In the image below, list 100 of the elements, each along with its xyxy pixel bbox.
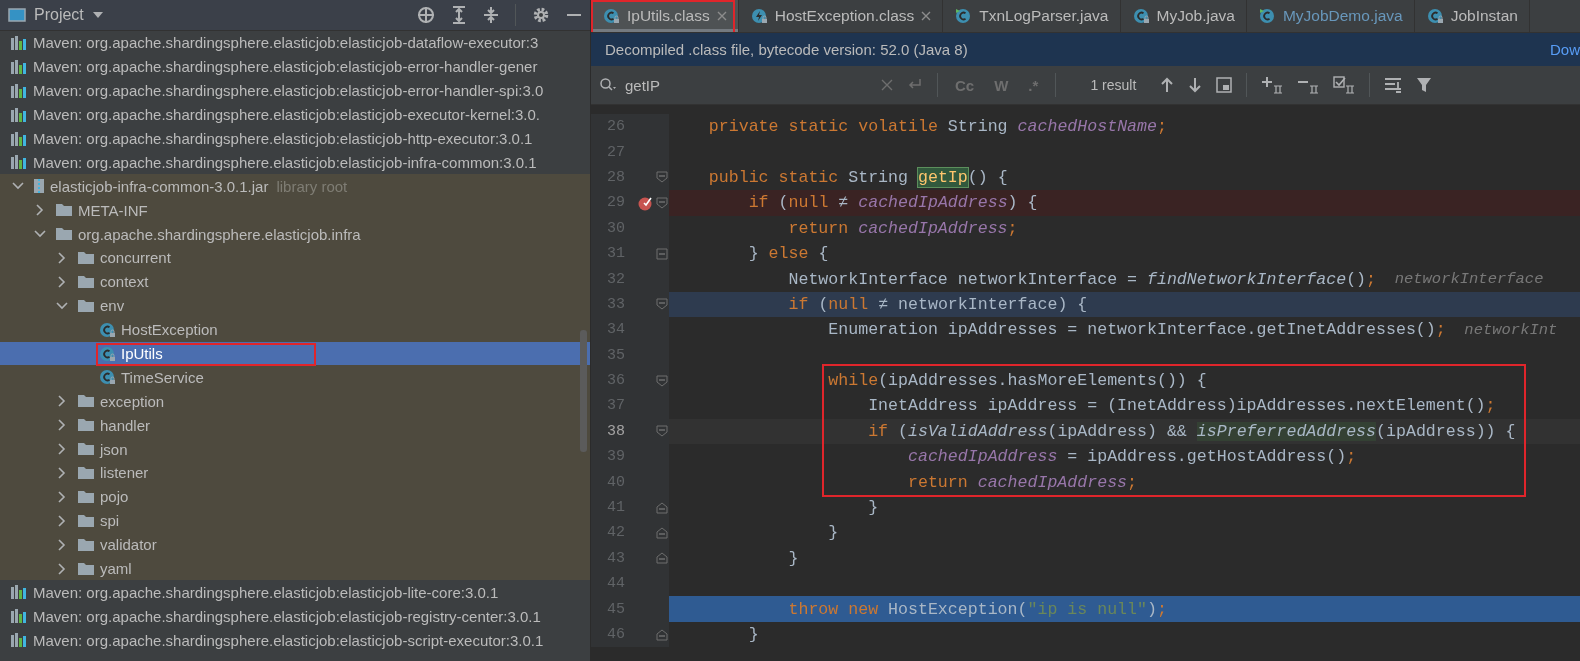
chevron-right-icon[interactable] xyxy=(58,275,66,288)
locate-icon[interactable] xyxy=(417,6,435,24)
fold-marker-icon[interactable] xyxy=(656,247,668,260)
decompiled-notice: Decompiled .class file, bytecode version: 52.0 (Java 8) xyxy=(605,41,968,58)
scrollbar-thumb[interactable] xyxy=(580,330,587,452)
folder-icon xyxy=(77,513,95,528)
editor-tab[interactable]: IpUtils.class xyxy=(591,0,739,32)
chevron-right-icon[interactable] xyxy=(58,443,66,456)
code-line: Enumeration ipAddresses = networkInterface.getInetAddresses(); networkInt xyxy=(827,319,1559,342)
tree-item[interactable]: handler xyxy=(0,413,590,438)
editor-tab[interactable]: TxnLogParser.java xyxy=(943,0,1121,32)
code-line: } xyxy=(867,497,880,520)
library-icon xyxy=(10,130,28,147)
chevron-right-icon[interactable] xyxy=(58,466,66,479)
code-line: } xyxy=(787,547,800,570)
down-arrow-icon[interactable] xyxy=(1188,77,1203,93)
code-line: InetAddress ipAddress = (InetAddress)ipAddresses.nextElement(); xyxy=(867,395,1497,418)
fold-marker-icon[interactable] xyxy=(656,171,668,184)
fold-marker-icon[interactable] xyxy=(656,526,668,539)
class-icon xyxy=(955,8,973,24)
tree-item[interactable]: yaml xyxy=(0,556,590,581)
tree-item[interactable]: TimeService xyxy=(0,365,590,390)
tree-label: json xyxy=(100,440,128,458)
folder-icon xyxy=(77,537,95,552)
chevron-down-icon[interactable] xyxy=(34,230,46,239)
collapse-all-icon[interactable] xyxy=(483,6,499,24)
chevron-down-icon[interactable] xyxy=(56,301,68,310)
tree-item[interactable]: json xyxy=(0,437,590,462)
tree-item[interactable]: META-INF xyxy=(0,198,590,223)
code-line: } xyxy=(827,522,840,545)
tree-item[interactable]: exception xyxy=(0,389,590,414)
close-icon[interactable] xyxy=(716,11,727,21)
tree-item[interactable]: spi xyxy=(0,508,590,533)
chevron-right-icon[interactable] xyxy=(36,204,44,217)
editor-tab[interactable]: HostException.class xyxy=(738,0,944,32)
folder-icon xyxy=(77,274,95,289)
fold-marker-icon[interactable] xyxy=(656,552,668,565)
panel-title[interactable]: Project xyxy=(34,6,84,24)
tree-label: validator xyxy=(100,536,157,554)
tree-item[interactable]: listener xyxy=(0,461,590,485)
chevron-right-icon[interactable] xyxy=(58,538,66,551)
close-icon[interactable] xyxy=(921,11,932,21)
folder-icon xyxy=(77,418,95,433)
tree-item[interactable]: env xyxy=(0,293,590,318)
tree-label: Maven: org.apache.shardingsphere.elasticjob:elasticjob-registry-center:3.0.1 xyxy=(33,607,541,625)
class-icon xyxy=(1258,8,1276,24)
fold-marker-icon[interactable] xyxy=(656,196,668,209)
fold-marker-icon[interactable] xyxy=(656,628,668,641)
tree-label: TimeService xyxy=(121,368,204,386)
editor-tab[interactable]: JobInstan xyxy=(1414,0,1530,32)
tree-label: yaml xyxy=(100,560,132,578)
tree-item[interactable]: concurrent xyxy=(0,246,590,270)
dropdown-icon[interactable] xyxy=(91,11,104,19)
download-link[interactable]: Dow xyxy=(1550,41,1580,58)
tree-label: Maven: org.apache.shardingsphere.elasticjob:elasticjob-error-handler-gener xyxy=(33,58,538,76)
fold-marker-icon[interactable] xyxy=(656,501,668,514)
fold-marker-icon[interactable] xyxy=(656,374,668,387)
chevron-right-icon[interactable] xyxy=(58,490,66,503)
select-occurrences-icon[interactable] xyxy=(1333,76,1356,94)
library-icon xyxy=(10,584,28,601)
class-icon xyxy=(603,8,620,24)
library-icon xyxy=(10,82,28,99)
tree-item[interactable]: IpUtils xyxy=(0,341,590,366)
code-line: public static String getIp() { xyxy=(707,166,1009,189)
editor-tab[interactable]: MyJob.java xyxy=(1120,0,1247,32)
add-occurrence-icon[interactable] xyxy=(1261,76,1284,94)
tree-item[interactable]: HostException xyxy=(0,317,590,342)
code-line: return cachedIpAddress; xyxy=(907,471,1139,494)
filter-lines-icon[interactable] xyxy=(1384,77,1403,93)
chevron-right-icon[interactable] xyxy=(58,514,66,527)
library-icon xyxy=(10,154,28,171)
chevron-down-icon[interactable] xyxy=(12,182,24,191)
tree-label: org.apache.shardingsphere.elasticjob.infra xyxy=(78,225,361,243)
clear-icon[interactable] xyxy=(881,79,893,91)
expand-all-icon[interactable] xyxy=(451,6,467,24)
editor-tab[interactable]: MyJobDemo.java xyxy=(1246,0,1415,32)
chevron-right-icon[interactable] xyxy=(58,251,66,264)
code-line: NetworkInterface networkInterface = findNetworkInterface(); networkInterface xyxy=(787,268,1545,291)
folder-icon xyxy=(55,227,73,242)
search-field[interactable]: getIP xyxy=(599,76,867,94)
line-number: 38 xyxy=(606,422,625,440)
tree-item[interactable]: validator xyxy=(0,532,590,557)
code-line: return cachedIpAddress; xyxy=(787,217,1019,240)
code-line: } else { xyxy=(747,243,830,266)
class-icon xyxy=(750,8,768,24)
tree-item[interactable]: pojo xyxy=(0,484,590,509)
chevron-right-icon[interactable] xyxy=(58,562,66,575)
tree-item[interactable]: context xyxy=(0,269,590,294)
result-count: 1 result xyxy=(1090,77,1137,93)
select-all-icon[interactable] xyxy=(1216,77,1233,93)
library-icon xyxy=(10,58,28,75)
chevron-right-icon[interactable] xyxy=(58,419,66,432)
tree-item[interactable]: org.apache.shardingsphere.elasticjob.infra xyxy=(0,222,590,246)
settings-icon[interactable] xyxy=(532,6,550,24)
fold-marker-icon[interactable] xyxy=(656,298,668,311)
up-arrow-icon[interactable] xyxy=(1160,77,1175,93)
chevron-right-icon[interactable] xyxy=(58,395,66,408)
fold-marker-icon[interactable] xyxy=(656,425,668,438)
filter-icon[interactable] xyxy=(1416,77,1433,93)
folder-icon xyxy=(77,298,95,313)
